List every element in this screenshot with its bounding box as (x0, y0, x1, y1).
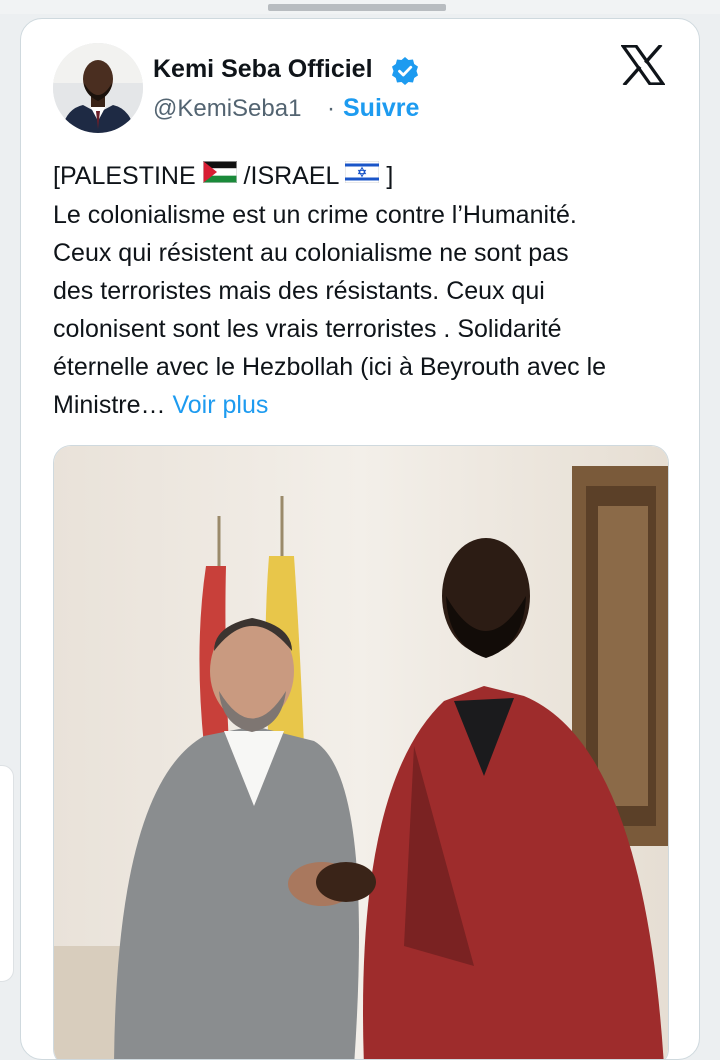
tweet-line-3: Ceux qui résistent au colonialisme ne so… (53, 239, 569, 268)
tweet-line-2: Le colonialisme est un crime contre l’Hu… (53, 201, 577, 230)
separator-dot: · (327, 95, 335, 122)
tweet-card[interactable]: Kemi Seba Officiel @KemiSeba1 · Suivre [… (20, 18, 700, 1060)
tweet-line: [PALESTINE /ISRAEL] (53, 157, 683, 196)
side-panel-edge[interactable] (0, 765, 14, 982)
show-more-link[interactable]: Voir plus (172, 391, 268, 419)
tweet-line-7: Ministre… Voir plus (53, 386, 683, 424)
drag-handle[interactable] (268, 4, 446, 11)
palestine-flag-icon (202, 156, 237, 194)
x-logo-icon[interactable] (619, 43, 667, 87)
top-bar (0, 0, 720, 14)
tweet-line-1-prefix: [PALESTINE (53, 162, 196, 190)
handshake-photo (54, 446, 668, 1059)
tweet-photo[interactable] (53, 445, 669, 1059)
tweet-line-1-middle: /ISRAEL (243, 162, 339, 190)
verified-badge-icon (390, 56, 420, 86)
author-name[interactable]: Kemi Seba Officiel (153, 55, 373, 84)
tweet-line-6: éternelle avec le Hezbollah (ici à Beyro… (53, 353, 607, 382)
follow-button[interactable]: Suivre (343, 94, 419, 123)
author-handle[interactable]: @KemiSeba1 (153, 95, 301, 123)
israel-flag-icon (345, 156, 380, 194)
tweet-line-4: des terroristes mais des résistants. Ceu… (53, 277, 545, 306)
tweet-line-5: colonisent sont les vrais terroristes . … (53, 315, 562, 344)
tweet-line-7-text: Ministre… (53, 391, 166, 420)
author-avatar[interactable] (53, 43, 143, 133)
tweet-line-1-suffix: ] (386, 162, 394, 190)
tweet-text: [PALESTINE /ISRAEL] Le colonialisme est… (53, 157, 683, 424)
